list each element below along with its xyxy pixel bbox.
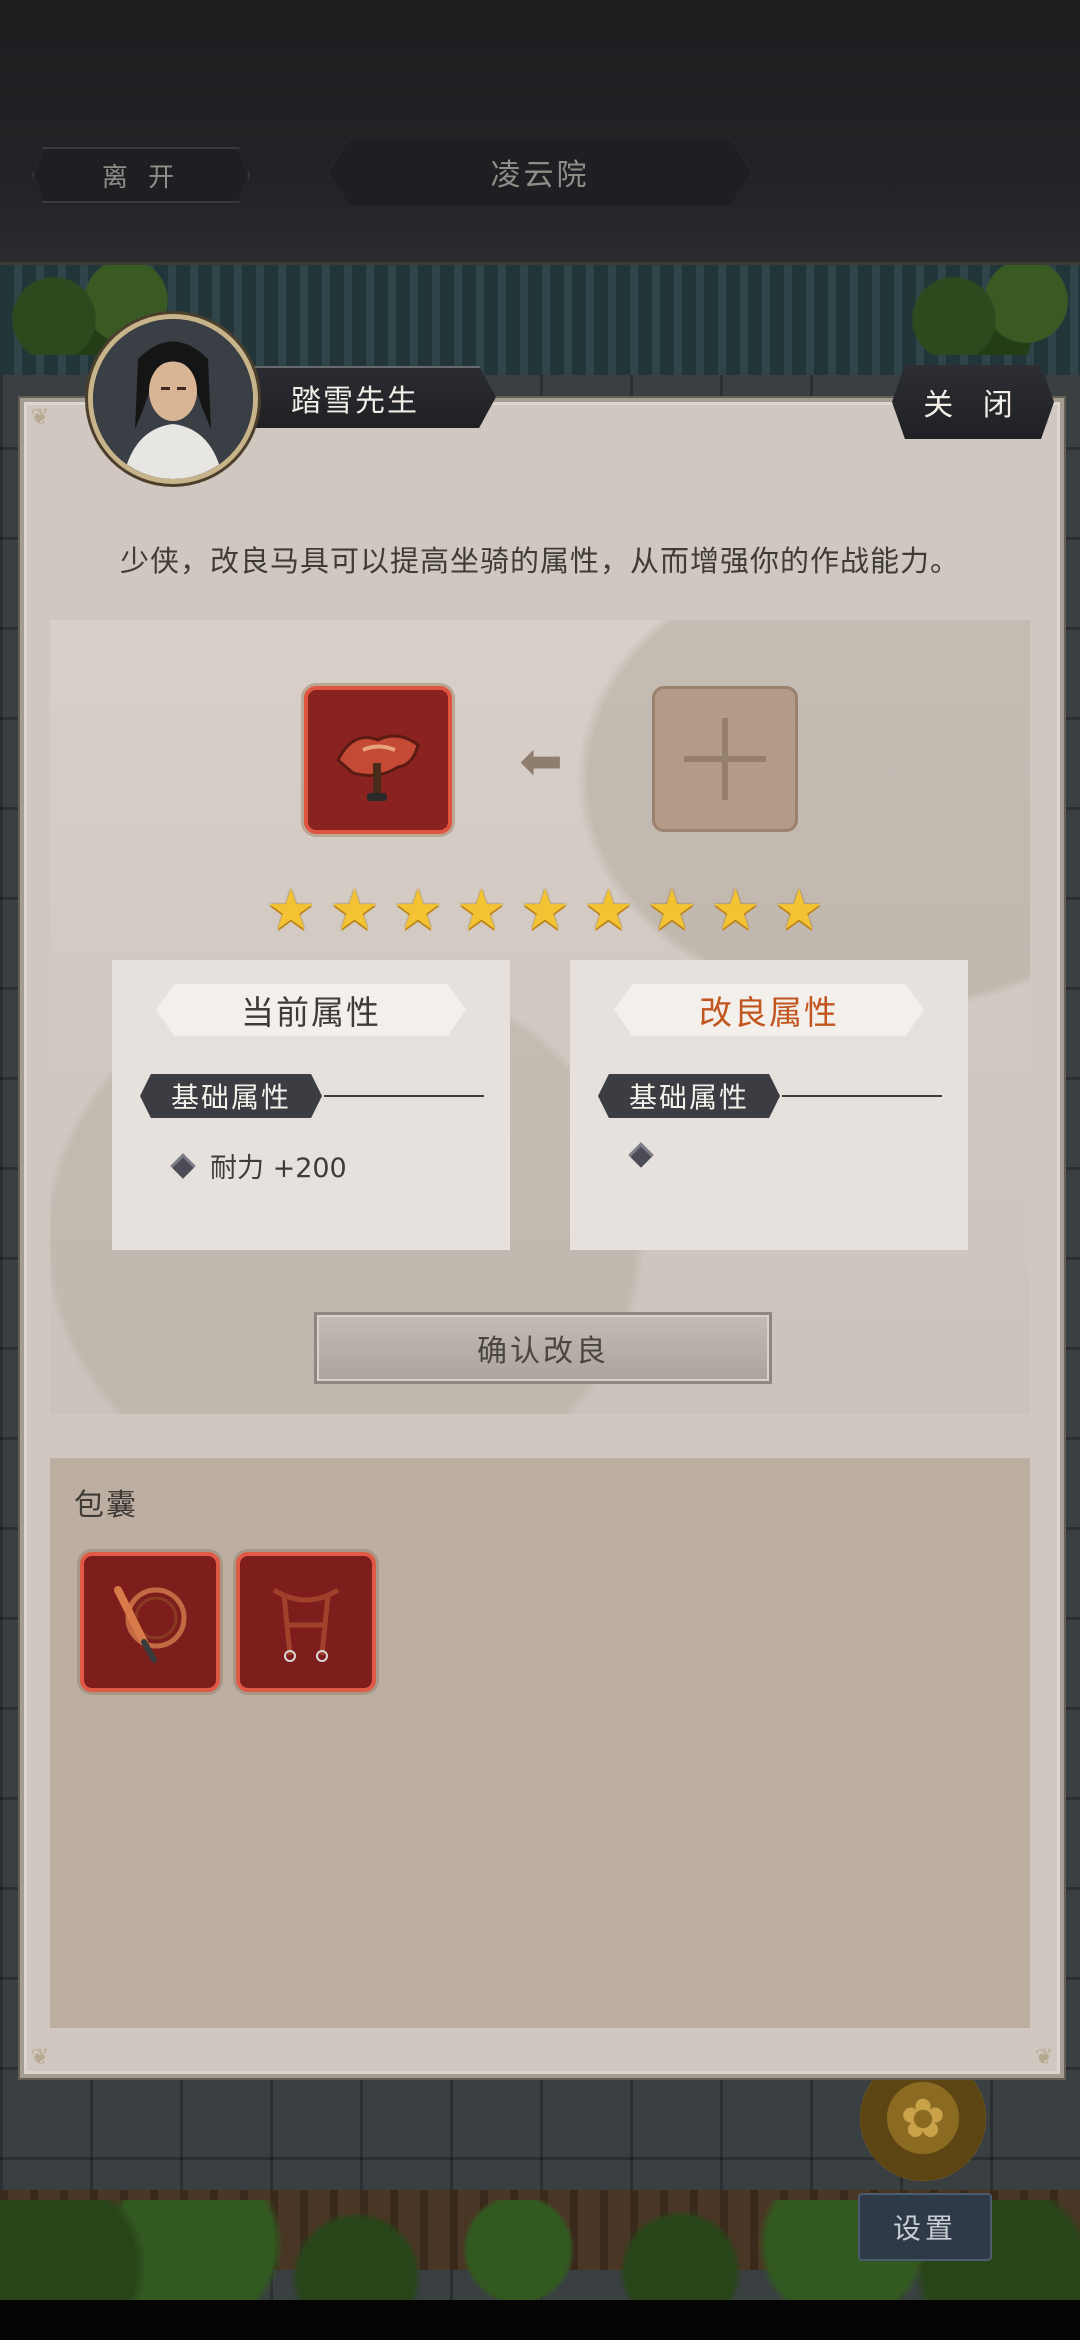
- top-bar: 离 开 凌云院: [0, 0, 1080, 265]
- star-icon: ★: [583, 878, 634, 943]
- bag-label: 包囊: [74, 1488, 138, 1523]
- npc-avatar: [88, 314, 258, 484]
- base-attributes-tag: 基础属性: [140, 1074, 322, 1118]
- star-rating: ★ ★ ★ ★ ★ ★ ★ ★ ★: [262, 882, 828, 940]
- star-icon: ★: [773, 878, 825, 943]
- star-icon: ★: [456, 878, 507, 943]
- whip-icon: [114, 1586, 187, 1663]
- attribute-row: 耐力 +200: [170, 1146, 347, 1185]
- corner-ornament-icon: ❦: [30, 405, 50, 430]
- system-bar: [0, 2300, 1080, 2340]
- close-button[interactable]: 关 闭: [892, 365, 1054, 439]
- improved-attributes-panel: 改良属性 基础属性: [570, 960, 968, 1250]
- divider: [782, 1095, 942, 1097]
- dialog-description: 少侠，改良马具可以提高坐骑的属性，从而增强你的作战能力。: [119, 544, 960, 578]
- leave-button[interactable]: 离 开: [32, 147, 250, 203]
- bush-right: [900, 265, 1080, 355]
- star-icon: ★: [646, 878, 698, 943]
- star-icon: ★: [710, 878, 761, 943]
- bag-item-whip[interactable]: [80, 1552, 220, 1692]
- bag-item-bridle[interactable]: [236, 1552, 376, 1692]
- current-attributes-title: 当前属性: [156, 984, 466, 1036]
- bridle-icon: [272, 1587, 340, 1662]
- arrow-left-icon: ⬅: [519, 732, 563, 792]
- divider: [324, 1095, 484, 1097]
- star-icon: ★: [519, 878, 571, 943]
- location-title: 凌云院: [327, 137, 753, 207]
- star-icon: ★: [265, 878, 317, 943]
- attribute-value: 耐力 +200: [210, 1153, 347, 1184]
- current-attributes-panel: 当前属性 基础属性 耐力 +200: [112, 960, 510, 1250]
- npc-portrait-icon: [93, 319, 253, 479]
- star-icon: ★: [392, 878, 444, 943]
- improved-attributes-title: 改良属性: [614, 984, 924, 1036]
- corner-ornament-icon: ❦: [1034, 2045, 1054, 2070]
- diamond-icon: [628, 1142, 654, 1168]
- plus-icon: [684, 718, 766, 800]
- diamond-icon: [170, 1152, 196, 1179]
- equipped-item-slot[interactable]: [304, 686, 452, 834]
- attribute-row: [628, 1142, 668, 1168]
- star-icon: ★: [329, 878, 380, 943]
- corner-ornament-icon: ❦: [30, 2045, 50, 2070]
- saddle-icon: [336, 734, 420, 801]
- base-attributes-tag: 基础属性: [598, 1074, 780, 1118]
- add-item-slot[interactable]: [652, 686, 798, 832]
- confirm-upgrade-button[interactable]: 确认改良: [314, 1312, 772, 1384]
- settings-button[interactable]: 设置: [858, 2193, 992, 2261]
- bag-area: [50, 1458, 1030, 2028]
